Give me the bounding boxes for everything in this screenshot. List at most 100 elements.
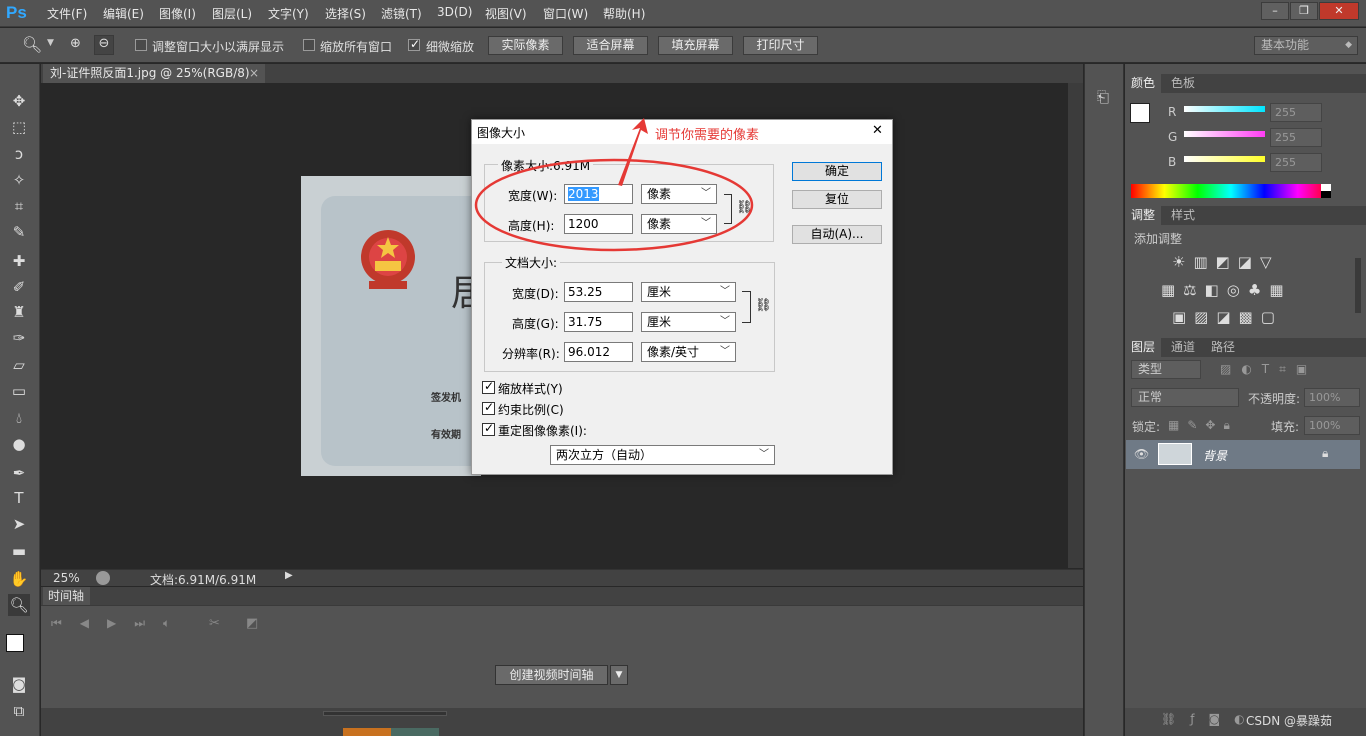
menu-view[interactable]: 视图(V): [485, 5, 527, 22]
transition-icon[interactable]: ◩: [246, 616, 258, 631]
blur-tool-icon[interactable]: 💧︎: [8, 407, 30, 429]
menu-3d[interactable]: 3D(D): [437, 5, 472, 19]
doc-width-unit-select[interactable]: 厘米 ﹀: [641, 282, 736, 302]
layer-filter-icons[interactable]: ▨◐T⌗▣: [1220, 362, 1317, 377]
document-tab-close-icon[interactable]: ×: [249, 64, 259, 83]
color-fg-swatch[interactable]: [1130, 103, 1150, 123]
eraser-tool-icon[interactable]: ▱: [8, 354, 30, 376]
stamp-tool-icon[interactable]: ♜: [8, 301, 30, 323]
timeline-dropdown-icon[interactable]: ▼: [610, 665, 628, 685]
ok-button[interactable]: 确定: [792, 162, 882, 181]
workspace-select[interactable]: 基本功能 ◆: [1254, 36, 1358, 55]
lasso-tool-icon[interactable]: ↄ: [8, 143, 30, 165]
color-spectrum-bar[interactable]: [1131, 184, 1331, 198]
resolution-unit-select[interactable]: 像素/英寸 ﹀: [641, 342, 736, 362]
constrain-proportions-checkbox[interactable]: [482, 400, 495, 415]
opacity-value[interactable]: 100%: [1304, 388, 1360, 407]
fit-screen-button[interactable]: 适合屏幕: [573, 36, 648, 55]
tab-layers[interactable]: 图层: [1125, 338, 1162, 357]
dialog-close-icon[interactable]: ✕: [872, 123, 883, 138]
channel-r-slider[interactable]: [1184, 106, 1265, 112]
layers-footer-icons[interactable]: ⛓ƒ◙◐: [1161, 712, 1259, 726]
menu-edit[interactable]: 编辑(E): [103, 5, 144, 22]
crop-tool-icon[interactable]: ⌗: [8, 195, 30, 217]
marquee-tool-icon[interactable]: ⬚: [8, 116, 30, 138]
tab-swatches[interactable]: 色板: [1165, 74, 1201, 93]
adjustment-icons-row3[interactable]: ▣▨◪▩▢: [1172, 308, 1283, 326]
zoom-out-icon[interactable]: ⊖: [94, 35, 114, 55]
document-tab[interactable]: 刘-证件照反面1.jpg @ 25%(RGB/8) ×: [43, 64, 265, 83]
history-panel-icon[interactable]: ⎗: [1097, 88, 1109, 106]
menu-help[interactable]: 帮助(H): [603, 5, 645, 22]
scrubby-zoom-checkbox[interactable]: [408, 37, 420, 51]
zoom-in-icon[interactable]: ⊕: [70, 36, 88, 54]
status-menu-arrow-icon[interactable]: ▶: [285, 570, 297, 585]
zoom-level[interactable]: 25%: [53, 571, 80, 585]
hand-tool-icon[interactable]: ✋: [8, 568, 30, 590]
adjustment-icons-row1[interactable]: ☀▥◩◪▽: [1172, 253, 1280, 271]
reset-button[interactable]: 复位: [792, 190, 882, 209]
pen-tool-icon[interactable]: ✒: [8, 462, 30, 484]
adjust-scrollbar[interactable]: [1355, 258, 1361, 313]
resize-window-checkbox[interactable]: [135, 39, 147, 51]
gradient-tool-icon[interactable]: ▭: [8, 380, 30, 402]
dodge-tool-icon[interactable]: ●: [8, 433, 30, 455]
menu-type[interactable]: 文字(Y): [268, 5, 309, 22]
resolution-input[interactable]: 96.012: [564, 342, 633, 362]
channel-b-slider[interactable]: [1184, 156, 1265, 162]
resample-checkbox[interactable]: [482, 421, 495, 436]
brush-tool-icon[interactable]: ✐: [8, 276, 30, 298]
zoom-tool-active-icon[interactable]: 🔍︎: [8, 594, 30, 616]
fill-value[interactable]: 100%: [1304, 416, 1360, 435]
doc-height-unit-select[interactable]: 厘米 ﹀: [641, 312, 736, 332]
timeline-zoom-slider[interactable]: [323, 711, 447, 716]
black-white-swatch[interactable]: [1321, 184, 1331, 198]
rectangle-tool-icon[interactable]: ▬: [8, 540, 30, 562]
channel-g-value[interactable]: 255: [1270, 128, 1322, 147]
menu-file[interactable]: 文件(F): [47, 5, 87, 22]
menu-select[interactable]: 选择(S): [325, 5, 366, 22]
tab-color[interactable]: 颜色: [1125, 74, 1162, 93]
tool-preset-chevron-icon[interactable]: ▼: [47, 38, 54, 48]
zoom-tool-icon[interactable]: 🔍︎: [22, 35, 42, 54]
lock-icons[interactable]: ▦✎✥🔒︎: [1168, 418, 1238, 433]
create-video-timeline-button[interactable]: 创建视频时间轴: [495, 665, 608, 685]
close-button[interactable]: ✕: [1319, 2, 1359, 20]
resample-method-select[interactable]: 两次立方（自动） ﹀: [550, 445, 775, 465]
timeline-playback-controls[interactable]: ⏮◀▶⏭🔈︎: [51, 616, 188, 631]
print-size-button[interactable]: 打印尺寸: [743, 36, 818, 55]
zoom-all-checkbox[interactable]: [303, 39, 315, 51]
adjustment-icons-row2[interactable]: ▦⚖◧◎♣▦: [1161, 281, 1292, 299]
healing-brush-tool-icon[interactable]: ✚: [8, 250, 30, 272]
foreground-color-swatch[interactable]: [6, 634, 24, 652]
status-info-icon[interactable]: [96, 571, 110, 585]
fill-screen-button[interactable]: 填充屏幕: [658, 36, 733, 55]
tab-adjustments[interactable]: 调整: [1125, 206, 1162, 225]
screen-mode-icon[interactable]: ⧉: [8, 700, 30, 722]
layer-row-background[interactable]: 👁︎ 背景 🔒︎: [1126, 440, 1360, 469]
doc-width-input[interactable]: 53.25: [564, 282, 633, 302]
channel-b-value[interactable]: 255: [1270, 153, 1322, 172]
layer-filter-select[interactable]: 类型: [1131, 360, 1201, 379]
magic-wand-tool-icon[interactable]: ✧: [8, 169, 30, 191]
channel-g-slider[interactable]: [1184, 131, 1265, 137]
menu-filter[interactable]: 滤镜(T): [381, 5, 422, 22]
restore-button[interactable]: ❐: [1290, 2, 1318, 20]
move-tool-icon[interactable]: ✥: [8, 90, 30, 112]
tab-paths[interactable]: 路径: [1205, 338, 1241, 357]
canvas-vertical-scrollbar[interactable]: [1068, 83, 1083, 568]
menu-window[interactable]: 窗口(W): [543, 5, 588, 22]
quick-mask-icon[interactable]: ◙: [8, 673, 30, 695]
channel-r-value[interactable]: 255: [1270, 103, 1322, 122]
menu-image[interactable]: 图像(I): [159, 5, 196, 22]
minimize-button[interactable]: –: [1261, 2, 1289, 20]
auto-button[interactable]: 自动(A)...: [792, 225, 882, 244]
tab-styles[interactable]: 样式: [1165, 206, 1201, 225]
timeline-tab[interactable]: 时间轴: [43, 587, 90, 605]
menu-layer[interactable]: 图层(L): [212, 5, 252, 22]
blend-mode-select[interactable]: 正常: [1131, 388, 1239, 407]
doc-height-input[interactable]: 31.75: [564, 312, 633, 332]
eyedropper-tool-icon[interactable]: ✎: [8, 221, 30, 243]
scissors-icon[interactable]: ✂: [209, 616, 220, 631]
type-tool-icon[interactable]: T: [8, 487, 30, 509]
